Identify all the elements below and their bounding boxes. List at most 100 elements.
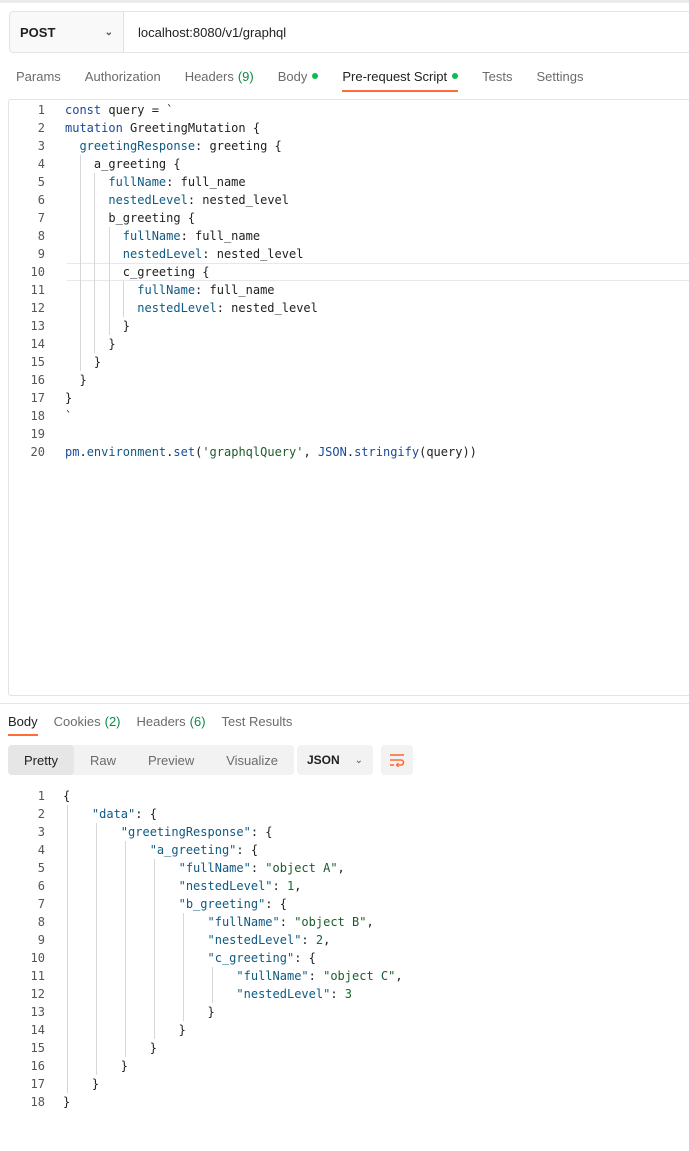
line-number: 4 <box>37 843 45 857</box>
tab-label: Tests <box>482 68 513 84</box>
code-text: b_greeting { <box>65 211 196 225</box>
tab-label: Body <box>8 713 38 729</box>
line-number: 11 <box>30 283 45 297</box>
url-input[interactable] <box>136 23 689 41</box>
code-text: "nestedLevel": 1, <box>178 879 302 893</box>
tab-label: Params <box>16 68 61 84</box>
code-text: "nestedLevel": 3 <box>236 987 352 1001</box>
status-dot-icon <box>452 73 459 79</box>
line-number: 11 <box>30 969 45 983</box>
line-number: 16 <box>30 1059 45 1073</box>
pane-divider <box>0 703 689 704</box>
code-text: const query = ` <box>65 103 174 117</box>
url-field[interactable] <box>124 12 689 52</box>
line-number: 6 <box>37 879 45 893</box>
code-text: "nestedLevel": 2, <box>207 933 331 947</box>
wrap-lines-button[interactable] <box>381 745 413 775</box>
indent-guide <box>124 841 126 1057</box>
line-number: 15 <box>30 1041 45 1055</box>
line-number: 13 <box>30 319 45 333</box>
indent-guide <box>153 859 155 1039</box>
code-text: } <box>65 355 102 369</box>
line-number: 2 <box>37 121 45 135</box>
tab-body[interactable]: Body <box>278 62 319 90</box>
code-text: } <box>63 1095 71 1109</box>
format-select[interactable]: JSON ⌄ <box>297 745 373 775</box>
line-number: 7 <box>37 211 45 225</box>
code-text: "data": { <box>91 807 157 821</box>
indent-guide <box>123 281 124 317</box>
line-number: 1 <box>37 103 45 117</box>
line-number: 12 <box>30 301 45 315</box>
code-text: fullName: full_name <box>108 175 246 189</box>
indent-guide <box>95 823 97 1075</box>
line-number: 6 <box>37 193 45 207</box>
indent-guide <box>108 227 110 335</box>
method-select[interactable]: POST ⌄ <box>10 12 124 52</box>
code-text: } <box>65 373 87 387</box>
line-number: 13 <box>30 1005 45 1019</box>
line-number: 16 <box>30 373 45 387</box>
view-pretty[interactable]: Pretty <box>8 745 74 775</box>
request-tabs: Params Authorization Headers (9) Body Pre… <box>16 62 607 92</box>
wrap-lines-icon <box>390 754 405 767</box>
request-bar: POST ⌄ <box>9 11 689 53</box>
code-text: } <box>65 337 116 351</box>
line-number: 14 <box>30 337 45 351</box>
code-text: mutation GreetingMutation { <box>65 121 261 135</box>
code-text: ` <box>65 409 73 423</box>
view-preview[interactable]: Preview <box>132 745 210 775</box>
code-text: } <box>63 1005 215 1019</box>
tab-tests[interactable]: Tests <box>482 62 512 90</box>
indent-guide <box>94 173 95 353</box>
cookies-count: (2) <box>104 713 121 729</box>
line-number: 8 <box>37 915 45 929</box>
view-raw[interactable]: Raw <box>74 745 132 775</box>
line-number: 10 <box>30 265 45 279</box>
tab-label: Body <box>277 68 308 84</box>
tab-label: Headers <box>184 68 234 84</box>
status-dot-icon <box>312 73 319 79</box>
code-text: "fullName": "object C", <box>236 969 403 983</box>
tab-label: Authorization <box>84 68 161 84</box>
code-text: "greetingResponse": { <box>120 825 273 839</box>
indent-guide <box>211 967 213 1003</box>
line-number: 10 <box>30 951 45 965</box>
tab-headers[interactable]: Headers (9) <box>185 62 254 90</box>
tab-cookies[interactable]: Cookies (2) <box>54 710 121 732</box>
tab-response-headers[interactable]: Headers (6) <box>137 710 206 732</box>
line-number: 17 <box>30 391 45 405</box>
line-number: 5 <box>37 861 45 875</box>
line-number: 3 <box>37 825 45 839</box>
tab-params[interactable]: Params <box>16 62 61 90</box>
line-number: 2 <box>37 807 45 821</box>
code-text: a_greeting { <box>65 157 181 171</box>
code-text: { <box>63 789 71 803</box>
line-number: 19 <box>30 427 45 441</box>
chevron-down-icon: ⌄ <box>354 754 363 766</box>
script-editor[interactable]: 1 const query = ` 2 mutation GreetingMutati… <box>8 99 689 696</box>
line-number: 18 <box>30 409 45 423</box>
view-visualize[interactable]: Visualize <box>210 745 294 775</box>
line-number: 5 <box>37 175 45 189</box>
tab-label: Test Results <box>221 713 293 729</box>
tab-authorization[interactable]: Authorization <box>85 62 161 90</box>
tab-pre-request-script[interactable]: Pre-request Script <box>342 62 459 92</box>
code-text: nestedLevel: nested_level <box>137 301 318 315</box>
line-number: 8 <box>37 229 45 243</box>
tab-settings[interactable]: Settings <box>536 62 583 90</box>
code-text: "fullName": "object B", <box>207 915 374 929</box>
response-body-viewer[interactable]: 1 {2 "data": {3 "greetingResponse": {4 "a… <box>0 787 689 1117</box>
response-tabs: Body Cookies (2) Headers (6) Test Results <box>8 710 308 736</box>
code-text: nestedLevel: nested_level <box>108 193 289 207</box>
indent-guide <box>182 913 184 1021</box>
tab-test-results[interactable]: Test Results <box>222 710 293 732</box>
tab-response-body[interactable]: Body <box>8 710 38 736</box>
line-number: 4 <box>37 157 45 171</box>
line-number: 7 <box>37 897 45 911</box>
code-text: } <box>65 319 131 333</box>
line-number: 12 <box>30 987 45 1001</box>
code-text: } <box>63 1077 100 1091</box>
code-text: "fullName": "object A", <box>178 861 345 875</box>
headers-count: (9) <box>237 68 254 84</box>
